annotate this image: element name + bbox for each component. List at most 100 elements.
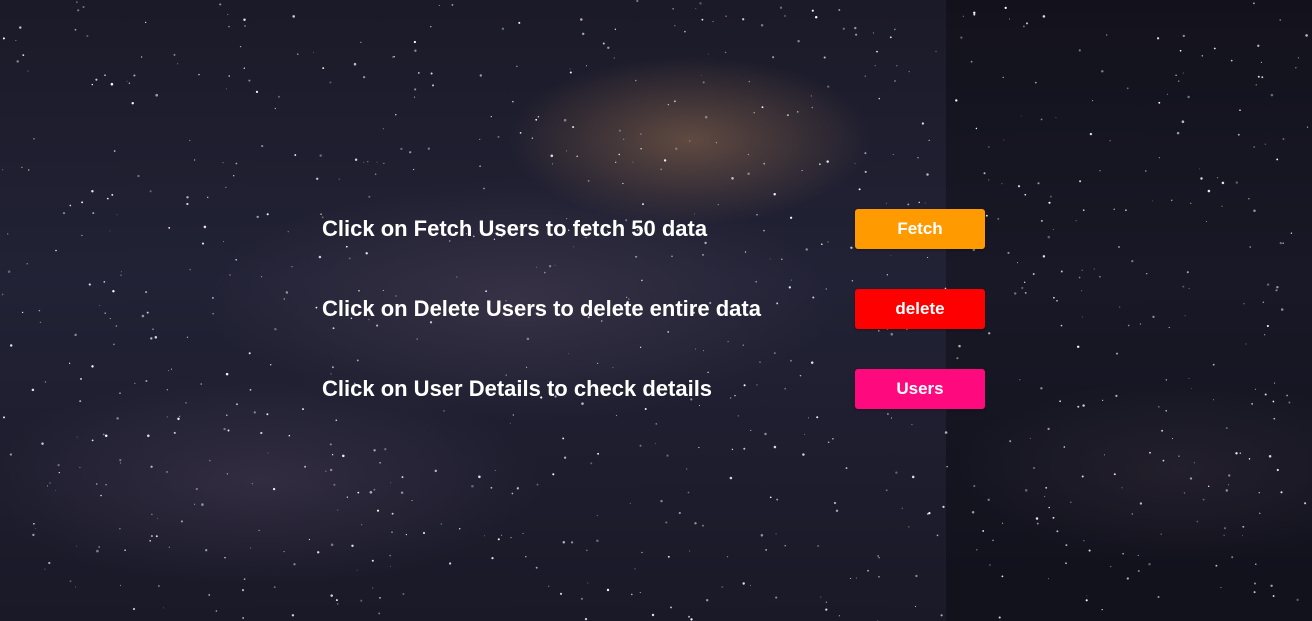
star <box>106 197 109 200</box>
star <box>1207 189 1211 193</box>
users-row: Click on User Details to check details U… <box>322 369 985 409</box>
star <box>748 80 750 83</box>
star <box>667 555 670 558</box>
star <box>333 483 336 486</box>
star <box>987 498 990 501</box>
star <box>1081 290 1083 292</box>
star <box>241 588 245 592</box>
star <box>855 577 857 579</box>
star <box>535 118 538 121</box>
star <box>1048 201 1051 204</box>
star <box>1261 76 1264 79</box>
star <box>641 551 643 554</box>
star <box>1227 484 1229 486</box>
star <box>1264 143 1266 145</box>
star <box>535 566 538 569</box>
star <box>701 524 705 527</box>
star <box>1272 595 1275 597</box>
star <box>761 106 764 109</box>
fetch-button[interactable]: Fetch <box>855 209 985 249</box>
star <box>285 291 289 294</box>
star <box>642 203 644 206</box>
star <box>618 129 621 132</box>
star <box>120 584 122 586</box>
star <box>1161 429 1164 432</box>
star <box>615 161 617 163</box>
star <box>827 85 830 88</box>
star <box>126 80 128 82</box>
star <box>1013 292 1017 295</box>
star <box>283 298 285 300</box>
star <box>109 317 111 320</box>
star <box>208 459 211 462</box>
star <box>266 213 269 216</box>
star <box>1085 599 1088 602</box>
star <box>1276 468 1279 472</box>
users-instruction-text: Click on User Details to check details <box>322 376 713 401</box>
delete-button[interactable]: delete <box>855 289 985 329</box>
star <box>198 73 200 76</box>
star <box>1020 115 1022 117</box>
star <box>674 25 676 27</box>
star <box>225 186 227 188</box>
star <box>1131 259 1134 263</box>
star <box>531 137 534 139</box>
star <box>790 279 792 281</box>
star <box>440 523 442 525</box>
star <box>233 175 235 177</box>
star <box>971 511 975 514</box>
star <box>119 528 121 530</box>
star <box>1273 417 1276 420</box>
star <box>522 532 524 535</box>
star <box>7 270 11 273</box>
star <box>973 484 976 488</box>
star <box>1032 273 1035 275</box>
star <box>1137 570 1140 572</box>
star <box>41 442 44 445</box>
star <box>901 507 903 509</box>
star <box>291 266 293 268</box>
star <box>1286 394 1288 397</box>
star <box>1118 306 1121 308</box>
star <box>525 555 527 558</box>
star <box>1040 387 1043 390</box>
star <box>960 36 963 39</box>
star <box>1092 100 1094 102</box>
star <box>227 429 230 432</box>
star <box>1171 438 1174 440</box>
star <box>1279 19 1281 21</box>
star <box>379 597 381 599</box>
star <box>1115 352 1119 355</box>
star <box>1043 495 1046 498</box>
star <box>835 509 839 513</box>
star <box>988 564 991 566</box>
star <box>678 511 681 515</box>
star <box>973 13 976 16</box>
star <box>208 594 210 596</box>
star <box>225 88 227 90</box>
star <box>753 111 755 114</box>
star <box>27 70 29 72</box>
star <box>1086 595 1088 597</box>
star <box>155 336 157 338</box>
star <box>970 60 973 63</box>
star <box>501 27 505 31</box>
star <box>1168 326 1170 328</box>
star <box>1158 406 1160 408</box>
star <box>173 431 176 434</box>
star <box>186 196 189 199</box>
star <box>1182 34 1185 38</box>
star <box>1059 400 1061 403</box>
star <box>430 25 432 28</box>
users-button[interactable]: Users <box>855 369 985 409</box>
star <box>742 344 745 347</box>
star <box>176 63 179 65</box>
fetch-instruction-text: Click on Fetch Users to fetch 50 data <box>322 216 708 241</box>
star <box>402 592 405 596</box>
star <box>827 441 830 444</box>
star <box>769 258 771 260</box>
star <box>147 434 150 437</box>
star <box>1225 427 1228 430</box>
star <box>694 348 696 350</box>
star <box>1007 251 1010 254</box>
